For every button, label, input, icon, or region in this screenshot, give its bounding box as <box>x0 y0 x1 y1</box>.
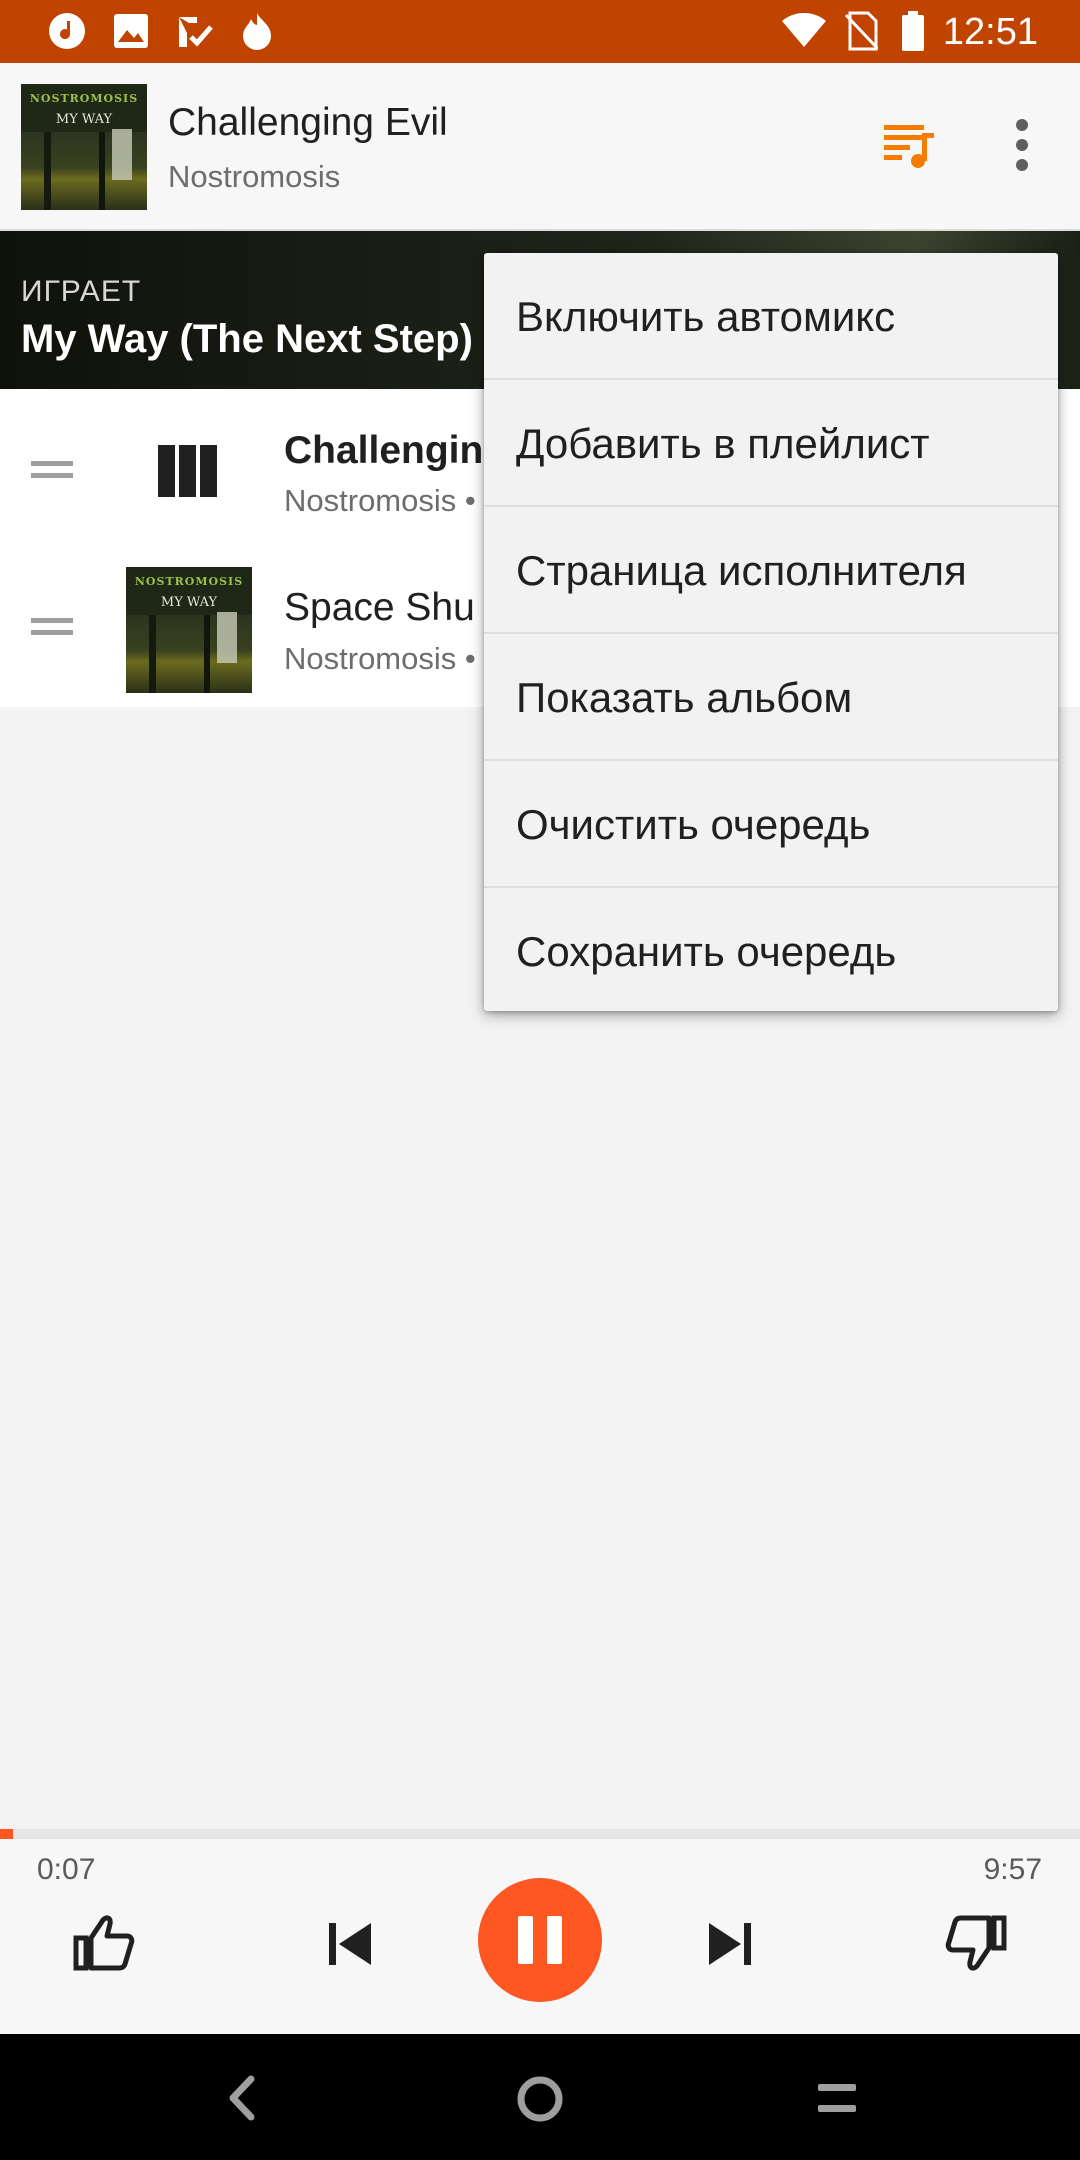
equalizer-icon <box>158 445 218 497</box>
more-vert-icon[interactable] <box>1004 115 1040 175</box>
player-controls: 0:07 9:57 <box>0 1839 1080 2034</box>
music-note-icon <box>46 10 88 52</box>
menu-item-artist-page[interactable]: Страница исполнителя <box>484 507 1058 634</box>
skip-next-icon[interactable] <box>704 1919 754 1969</box>
battery-icon <box>892 10 934 52</box>
menu-item-add-to-playlist[interactable]: Добавить в плейлист <box>484 380 1058 507</box>
now-playing-title: My Way (The Next Step) <box>21 317 473 361</box>
thumb-down-icon[interactable] <box>944 1913 1008 1973</box>
status-time: 12:51 <box>942 11 1038 53</box>
menu-item-show-album[interactable]: Показать альбом <box>484 634 1058 761</box>
album-art-thumbnail[interactable]: NOSTROMOSIS MY WAY <box>21 84 147 210</box>
drag-handle-icon[interactable] <box>31 461 73 481</box>
cast-check-icon <box>174 10 216 52</box>
menu-item-automix[interactable]: Включить автомикс <box>484 253 1058 380</box>
track-title: Challenging Evil <box>168 101 448 144</box>
pause-icon <box>518 1916 562 1964</box>
total-time: 9:57 <box>983 1853 1042 1886</box>
recents-icon[interactable] <box>814 2076 860 2120</box>
queue-item-subtitle: Nostromosis • <box>284 483 476 518</box>
artist-name: Nostromosis <box>168 159 341 194</box>
menu-item-save-queue[interactable]: Сохранить очередь <box>484 888 1058 1015</box>
queue-item-subtitle: Nostromosis • <box>284 641 476 676</box>
now-playing-label: ИГРАЕТ <box>21 275 142 308</box>
seek-bar-fill <box>0 1829 13 1839</box>
thumb-up-icon[interactable] <box>72 1913 136 1973</box>
back-icon[interactable] <box>220 2074 264 2122</box>
queue-music-icon[interactable] <box>878 115 938 175</box>
overflow-menu: Включить автомикс Добавить в плейлист Ст… <box>484 253 1058 1011</box>
system-nav-bar <box>0 2034 1080 2160</box>
drag-handle-icon[interactable] <box>31 618 73 638</box>
queue-item-title: Space Shu <box>284 586 475 629</box>
queue-item-title: Challengin <box>284 429 484 472</box>
status-bar: 12:51 <box>0 0 1080 63</box>
now-playing-header[interactable]: NOSTROMOSIS MY WAY Challenging Evil Nost… <box>0 63 1080 231</box>
wifi-icon <box>780 10 828 52</box>
pause-button[interactable] <box>478 1878 602 2002</box>
image-icon <box>110 10 152 52</box>
fire-icon <box>236 10 278 52</box>
no-sim-icon <box>840 10 882 52</box>
album-art-thumbnail: NOSTROMOSIS MY WAY <box>126 567 252 693</box>
elapsed-time: 0:07 <box>37 1853 96 1886</box>
skip-previous-icon[interactable] <box>326 1919 376 1969</box>
menu-item-clear-queue[interactable]: Очистить очередь <box>484 761 1058 888</box>
seek-bar[interactable] <box>0 1829 1080 1839</box>
home-icon[interactable] <box>514 2073 566 2125</box>
